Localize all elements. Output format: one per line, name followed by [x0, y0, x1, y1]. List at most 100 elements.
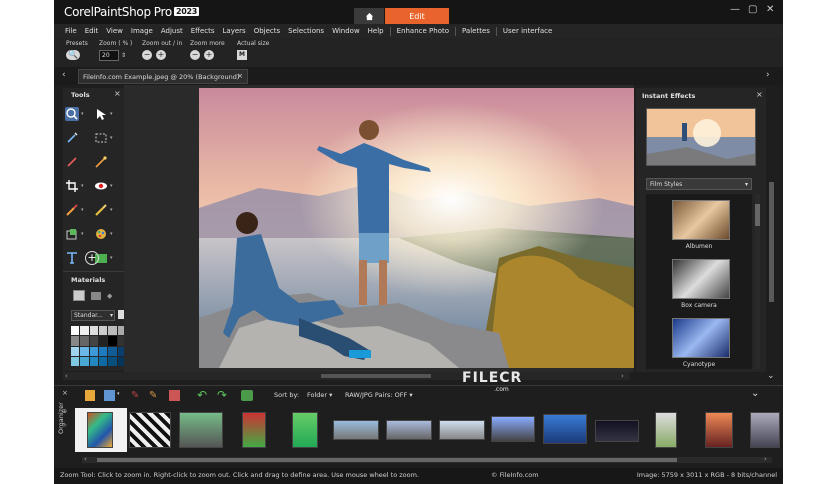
rotate-left-icon[interactable]: ↶: [197, 388, 207, 402]
menu-adjust[interactable]: Adjust: [161, 27, 183, 35]
dropdown-icon[interactable]: ▾: [110, 207, 113, 213]
presets-dropdown[interactable]: 🔍: [66, 50, 80, 60]
add-tool-icon[interactable]: +: [85, 251, 99, 265]
zoom-percent-input[interactable]: [99, 50, 119, 61]
navigation-icon[interactable]: [85, 390, 95, 401]
thumbnail[interactable]: [543, 414, 587, 444]
minimize-icon[interactable]: —: [730, 4, 740, 15]
dropdown-icon[interactable]: ▾: [110, 111, 113, 117]
selection-rect-icon[interactable]: [94, 131, 108, 145]
organizer-collapse-icon[interactable]: ⌄: [751, 388, 759, 399]
pan-zoom-icon[interactable]: [65, 107, 79, 121]
clone-brush-icon[interactable]: [94, 203, 108, 217]
effect-thumb-box-camera[interactable]: [672, 259, 730, 299]
thumbnail[interactable]: [655, 412, 677, 448]
thumbnail[interactable]: [750, 412, 780, 448]
effect-category-select[interactable]: Film Styles ▾: [646, 178, 752, 190]
zoom-more-in-button[interactable]: +: [204, 50, 214, 60]
thumbnail[interactable]: [333, 420, 379, 440]
right-panel-scrollbar[interactable]: [769, 182, 774, 302]
capture-icon[interactable]: [241, 390, 253, 401]
palette-icon[interactable]: ◆: [107, 292, 112, 300]
tools-panel-close-icon[interactable]: ×: [114, 89, 121, 98]
brush-icon[interactable]: ✎: [131, 390, 142, 401]
menu-enhance-photo[interactable]: Enhance Photo: [397, 27, 449, 35]
paint-brush-icon[interactable]: [65, 203, 79, 217]
maximize-icon[interactable]: ▢: [748, 4, 757, 15]
thumbnail[interactable]: [129, 412, 171, 448]
thumbnail[interactable]: [87, 412, 113, 448]
palette-select[interactable]: Standar... ▾: [71, 310, 115, 321]
scroll-left-icon[interactable]: ‹: [84, 455, 87, 463]
menu-file[interactable]: File: [65, 27, 77, 35]
menu-help[interactable]: Help: [368, 27, 384, 35]
thumbnail[interactable]: [179, 412, 223, 448]
pick-tool-icon[interactable]: [94, 107, 108, 121]
thumbnail[interactable]: [386, 420, 432, 440]
thumbnail[interactable]: [705, 412, 733, 448]
zoom-more-out-button[interactable]: −: [190, 50, 200, 60]
edit-tab[interactable]: Edit: [385, 8, 449, 24]
star-icon[interactable]: ☆: [62, 422, 67, 429]
image-canvas[interactable]: [199, 88, 634, 368]
rotate-right-icon[interactable]: ↷: [217, 388, 227, 402]
dropdown-icon[interactable]: ▾: [110, 135, 113, 141]
share-icon[interactable]: [169, 390, 180, 401]
thumbnail[interactable]: [242, 412, 266, 448]
thumbnail-scroll-thumb[interactable]: [97, 458, 677, 462]
chevron-right-icon[interactable]: ›: [766, 70, 770, 80]
effects-scrollbar-thumb[interactable]: [755, 204, 760, 226]
dropdown-icon[interactable]: ▾: [81, 183, 84, 189]
straighten-icon[interactable]: [65, 155, 79, 169]
chevron-left-icon[interactable]: ‹: [62, 70, 66, 80]
canvas-scroll-thumb[interactable]: [321, 374, 431, 378]
close-icon[interactable]: ✕: [766, 4, 774, 15]
sort-select[interactable]: Folder ▾: [307, 391, 332, 399]
red-eye-icon[interactable]: [94, 179, 108, 193]
effect-thumb-albumen[interactable]: [672, 200, 730, 240]
menu-layers[interactable]: Layers: [223, 27, 246, 35]
crop-icon[interactable]: [65, 179, 79, 193]
view-dropdown-icon[interactable]: ▾: [117, 391, 120, 397]
menu-edit[interactable]: Edit: [85, 27, 99, 35]
dropdown-icon[interactable]: ▾: [81, 207, 84, 213]
menu-window[interactable]: Window: [332, 27, 360, 35]
color-changer-icon[interactable]: [94, 227, 108, 241]
organizer-close-icon[interactable]: ×: [62, 389, 68, 397]
edit-icon[interactable]: ✎: [149, 390, 160, 401]
document-tab[interactable]: FileInfo.com Example.jpeg @ 20% (Backgro…: [78, 69, 248, 84]
menu-objects[interactable]: Objects: [254, 27, 280, 35]
scroll-left-icon[interactable]: ‹: [65, 372, 68, 380]
dropdown-icon[interactable]: ▾: [110, 255, 113, 261]
menu-effects[interactable]: Effects: [191, 27, 215, 35]
selection-icon[interactable]: [65, 131, 79, 145]
scroll-right-icon[interactable]: ›: [621, 372, 624, 380]
scroll-right-icon[interactable]: ›: [764, 455, 767, 463]
frame-icon[interactable]: [73, 290, 85, 301]
thumbnail[interactable]: [595, 420, 639, 442]
chevron-down-icon[interactable]: ⌄: [767, 371, 775, 381]
pin-icon[interactable]: ⊕: [62, 408, 67, 415]
text-icon[interactable]: [65, 251, 79, 265]
instant-effects-close-icon[interactable]: ×: [756, 90, 763, 99]
makeover-icon[interactable]: [94, 155, 108, 169]
swatches-icon[interactable]: [91, 292, 101, 300]
menu-selections[interactable]: Selections: [288, 27, 324, 35]
home-tab[interactable]: [354, 8, 384, 24]
dropdown-icon[interactable]: ▾: [81, 111, 84, 117]
zoom-in-button[interactable]: +: [156, 50, 166, 60]
thumbnail[interactable]: [439, 420, 485, 440]
zoom-out-button[interactable]: −: [142, 50, 152, 60]
view-mode-icon[interactable]: [104, 390, 115, 401]
dropdown-icon[interactable]: ▾: [110, 183, 113, 189]
fill-icon[interactable]: [65, 227, 79, 241]
thumbnail[interactable]: [491, 416, 535, 442]
raw-jpg-pairs-toggle[interactable]: RAW/JPG Pairs: OFF ▾: [345, 391, 413, 399]
document-close-icon[interactable]: ×: [237, 72, 243, 80]
effect-thumb-cyanotype[interactable]: [672, 318, 730, 358]
dropdown-icon[interactable]: ▾: [81, 231, 84, 237]
menu-view[interactable]: View: [106, 27, 123, 35]
zoom-spin-icon[interactable]: ⇕: [121, 52, 126, 59]
menu-palettes[interactable]: Palettes: [462, 27, 490, 35]
menu-user-interface[interactable]: User interface: [503, 27, 552, 35]
